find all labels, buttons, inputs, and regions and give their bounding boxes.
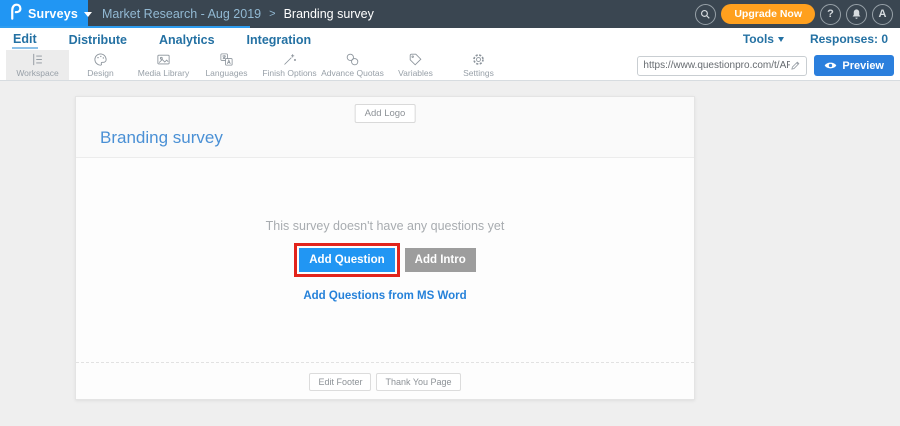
toolbar-item-finish-options[interactable]: Finish Options: [258, 50, 321, 80]
thank-you-page-button[interactable]: Thank You Page: [376, 373, 460, 391]
empty-state-message: This survey doesn't have any questions y…: [76, 219, 694, 233]
toolbar-item-variables[interactable]: Variables: [384, 50, 447, 80]
annotation-highlight-box: Add Question: [294, 243, 399, 277]
upgrade-now-button[interactable]: Upgrade Now: [721, 4, 815, 24]
avatar-initial: A: [879, 8, 887, 20]
breadcrumb-current-survey: Branding survey: [284, 7, 374, 21]
search-button[interactable]: [695, 4, 716, 25]
nav-right: Tools Responses: 0: [743, 32, 888, 46]
survey-card-footer: Edit Footer Thank You Page: [76, 362, 694, 400]
preview-button[interactable]: Preview: [814, 55, 894, 76]
app-title: Surveys: [28, 7, 78, 21]
palette-icon: [93, 52, 108, 67]
edit-footer-button[interactable]: Edit Footer: [309, 373, 371, 391]
breadcrumb-folder[interactable]: Market Research - Aug 2019: [102, 7, 261, 21]
empty-state-actions: Add Question Add Intro: [76, 243, 694, 277]
tools-menu[interactable]: Tools: [743, 32, 784, 46]
editor-canvas: Add Logo Branding survey This survey doe…: [0, 81, 900, 426]
toolbar-item-media-library[interactable]: Media Library: [132, 50, 195, 80]
survey-url-input[interactable]: [643, 60, 790, 71]
add-logo-button[interactable]: Add Logo: [355, 104, 416, 123]
survey-card: Add Logo Branding survey This survey doe…: [75, 96, 695, 400]
tab-edit[interactable]: Edit: [12, 30, 38, 49]
survey-title[interactable]: Branding survey: [100, 128, 223, 148]
topbar: Surveys Market Research - Aug 2019 > Bra…: [0, 0, 900, 28]
pencil-edit-icon[interactable]: [790, 60, 801, 71]
tools-label: Tools: [743, 32, 774, 46]
account-avatar[interactable]: A: [872, 4, 893, 25]
questionpro-logo-icon: [9, 3, 22, 25]
workspace-icon: [30, 52, 45, 67]
eye-icon: [824, 61, 837, 70]
translate-icon: [219, 52, 234, 67]
preview-label: Preview: [842, 60, 884, 72]
section-nav: Edit Distribute Analytics Integration To…: [0, 28, 900, 50]
tag-icon: [408, 52, 423, 67]
gear-icon: [471, 52, 486, 67]
tab-analytics[interactable]: Analytics: [158, 31, 216, 48]
survey-card-header: Add Logo Branding survey: [76, 97, 694, 158]
notifications-button[interactable]: [846, 4, 867, 25]
add-questions-from-ms-word-link[interactable]: Add Questions from MS Word: [303, 290, 466, 302]
breadcrumb-separator: >: [269, 8, 275, 20]
wand-icon: [282, 52, 297, 67]
chevron-down-icon: [84, 12, 92, 17]
tab-integration[interactable]: Integration: [246, 31, 313, 48]
toolbar-item-settings[interactable]: Settings: [447, 50, 510, 80]
help-button[interactable]: ?: [820, 4, 841, 25]
search-icon: [700, 9, 711, 20]
add-question-button[interactable]: Add Question: [299, 248, 394, 272]
toolbar-item-design[interactable]: Design: [69, 50, 132, 80]
toolbar-item-workspace[interactable]: Workspace: [6, 50, 69, 80]
breadcrumb: Market Research - Aug 2019 > Branding su…: [102, 7, 374, 21]
image-icon: [156, 52, 171, 67]
surveys-menu[interactable]: Surveys: [0, 0, 88, 28]
workspace-toolbar: Workspace Design Media Library Languages: [0, 50, 900, 81]
toolbar-item-languages[interactable]: Languages: [195, 50, 258, 80]
toolbar-right: Preview: [637, 50, 894, 81]
survey-url-box: [637, 56, 807, 76]
survey-card-body: This survey doesn't have any questions y…: [76, 158, 694, 362]
toolbar-item-advance-quotas[interactable]: Advance Quotas: [321, 50, 384, 80]
chevron-down-icon: [778, 37, 784, 42]
tab-distribute[interactable]: Distribute: [68, 31, 128, 48]
question-mark-icon: ?: [827, 8, 834, 20]
topbar-actions: Upgrade Now ? A: [695, 0, 893, 28]
responses-count[interactable]: Responses: 0: [810, 32, 888, 46]
chain-icon: [345, 52, 360, 67]
add-intro-button[interactable]: Add Intro: [405, 248, 476, 272]
bell-icon: [851, 8, 862, 20]
